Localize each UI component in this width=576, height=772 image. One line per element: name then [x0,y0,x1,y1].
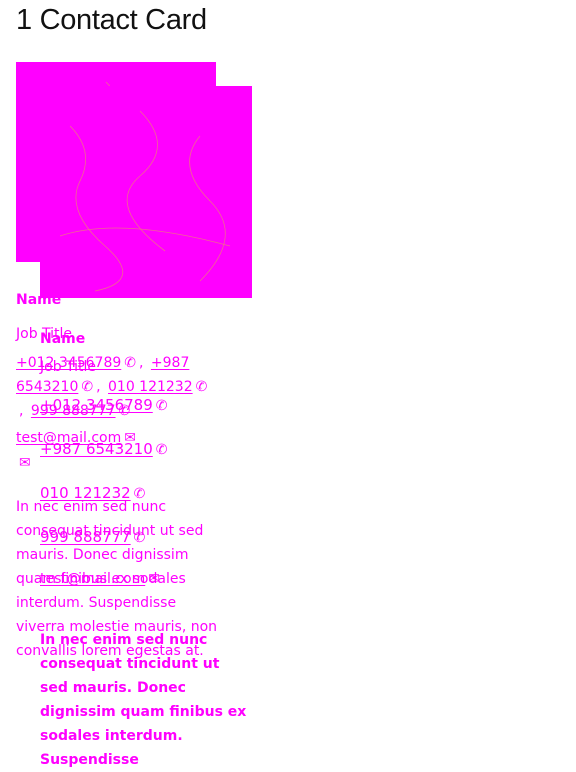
phone-link[interactable]: 999 888777 [40,528,131,546]
phone-link[interactable]: 010 121232 [40,484,131,502]
contact-bio: In nec enim sed nunc consequat tincidunt… [40,632,247,768]
contact-name: Name [40,331,86,347]
phone-icon: ✆ [155,442,168,458]
profile-photo [40,86,252,298]
mail-icon[interactable]: ✉ [19,455,31,471]
photo-texture [40,86,252,298]
page-title: 1 Contact Card [16,4,207,36]
phone-icon: ✆ [133,530,146,546]
phone-list: +012 3456789 ✆ +987 6543210 ✆ 010 121232 ✆ … [40,394,252,570]
phone-icon: ✆ [133,486,146,502]
contact-job-title: Job Title [40,359,97,375]
email-link[interactable]: test@mail.com [40,571,145,587]
phone-separator: , [19,403,24,419]
email-row: test@mail.com ✉ [40,570,252,588]
contact-card: Name Job Title +012 3456789 ✆ +987 654321… [40,86,252,772]
mail-icon: ✉ [148,571,160,587]
phone-row: 010 121232 ✆ [40,482,252,526]
phone-link[interactable]: +012 3456789 [40,396,153,414]
phone-link[interactable]: +987 6543210 [40,440,153,458]
phone-row: 999 888777 ✆ [40,526,252,570]
phone-icon: ✆ [155,398,168,414]
phone-row: +012 3456789 ✆ [40,394,252,438]
phone-row: +987 6543210 ✆ [40,438,252,482]
